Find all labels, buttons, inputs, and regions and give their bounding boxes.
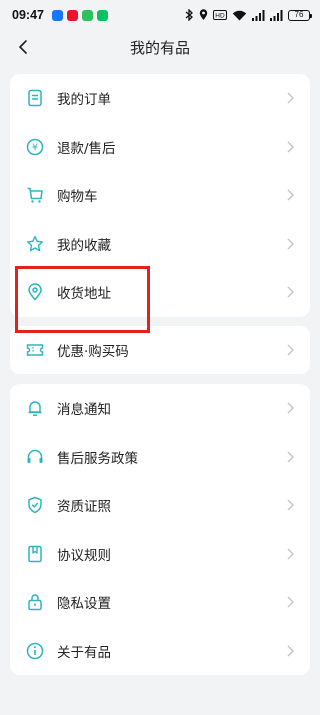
alipay-icon xyxy=(51,9,63,21)
cart-icon xyxy=(26,186,44,204)
page-title: 我的有品 xyxy=(129,38,190,57)
menu-item-cart[interactable]: 购物车 xyxy=(10,171,310,220)
shop-icon xyxy=(81,9,93,21)
menu-item-refund[interactable]: ¥ 退款/售后 xyxy=(10,123,310,172)
menu-item-agreements[interactable]: 协议规则 xyxy=(10,530,310,579)
bell-icon xyxy=(26,399,44,417)
chevron-right-icon xyxy=(284,451,296,463)
location-pin-icon xyxy=(26,283,44,301)
order-list-icon xyxy=(26,89,44,107)
back-button[interactable] xyxy=(12,36,34,58)
signal-icon-1 xyxy=(252,9,265,21)
refund-icon: ¥ xyxy=(26,138,44,156)
menu-label: 消息通知 xyxy=(57,402,111,419)
menu-label: 优惠·购买码 xyxy=(57,343,129,360)
menu-item-qualifications[interactable]: 资质证照 xyxy=(10,481,310,530)
status-app-icons xyxy=(51,9,108,21)
menu-label: 收货地址 xyxy=(57,286,111,303)
chevron-right-icon xyxy=(284,596,296,608)
headset-icon xyxy=(26,448,44,466)
menu-label: 我的订单 xyxy=(57,92,111,109)
wifi-icon xyxy=(232,10,247,21)
menu-label: 资质证照 xyxy=(57,499,111,516)
nav-bar: 我的有品 xyxy=(0,30,320,64)
menu-item-about[interactable]: 关于有品 xyxy=(10,627,310,676)
shield-check-icon xyxy=(26,496,44,514)
svg-text:¥: ¥ xyxy=(32,142,38,153)
menu-label: 隐私设置 xyxy=(57,596,111,613)
chevron-right-icon xyxy=(284,499,296,511)
menu-item-after-sales-policy[interactable]: 售后服务政策 xyxy=(10,433,310,482)
ticket-icon xyxy=(26,341,44,359)
menu-label: 我的收藏 xyxy=(57,237,111,254)
info-icon xyxy=(26,642,44,660)
lock-icon xyxy=(26,593,44,611)
menu-item-favorites[interactable]: 我的收藏 xyxy=(10,220,310,269)
wechat-icon xyxy=(96,9,108,21)
status-time: 09:47 xyxy=(12,8,44,22)
signal-icon-2 xyxy=(270,9,283,21)
menu-item-my-orders[interactable]: 我的订单 xyxy=(10,74,310,123)
hd-icon: HD xyxy=(213,10,227,20)
status-system-icons: HD 76 xyxy=(185,9,312,21)
menu-label: 退款/售后 xyxy=(57,140,116,157)
chevron-right-icon xyxy=(284,402,296,414)
menu-item-notifications[interactable]: 消息通知 xyxy=(10,384,310,433)
chevron-right-icon xyxy=(284,344,296,356)
chevron-right-icon xyxy=(284,189,296,201)
chevron-left-icon xyxy=(19,40,27,54)
location-status-icon xyxy=(199,9,208,21)
bookmark-icon xyxy=(26,545,44,563)
bluetooth-icon xyxy=(185,9,194,21)
svg-text:HD: HD xyxy=(215,13,225,20)
menu-label: 售后服务政策 xyxy=(57,450,138,467)
chevron-right-icon xyxy=(284,548,296,560)
chevron-right-icon xyxy=(284,238,296,250)
menu-label: 关于有品 xyxy=(57,644,111,661)
menu-item-coupons[interactable]: 优惠·购买码 xyxy=(10,326,310,375)
status-bar: 09:47 HD 76 xyxy=(0,0,320,30)
menu-label: 协议规则 xyxy=(57,547,111,564)
menu-label: 购物车 xyxy=(57,189,98,206)
chevron-right-icon xyxy=(284,645,296,657)
settings-card: 消息通知 售后服务政策 资质证照 协议规则 隐私设置 关于有品 xyxy=(10,384,310,675)
coupons-card: 优惠·购买码 xyxy=(10,325,310,375)
battery-indicator: 76 xyxy=(288,9,312,21)
chevron-right-icon xyxy=(284,141,296,153)
menu-item-privacy-settings[interactable]: 隐私设置 xyxy=(10,578,310,627)
orders-card: 我的订单 ¥ 退款/售后 购物车 我的收藏 收货地址 xyxy=(10,74,310,317)
menu-item-shipping-address[interactable]: 收货地址 xyxy=(10,268,310,317)
weibo-icon xyxy=(66,9,78,21)
chevron-right-icon xyxy=(284,286,296,298)
chevron-right-icon xyxy=(284,92,296,104)
star-icon xyxy=(26,235,44,253)
